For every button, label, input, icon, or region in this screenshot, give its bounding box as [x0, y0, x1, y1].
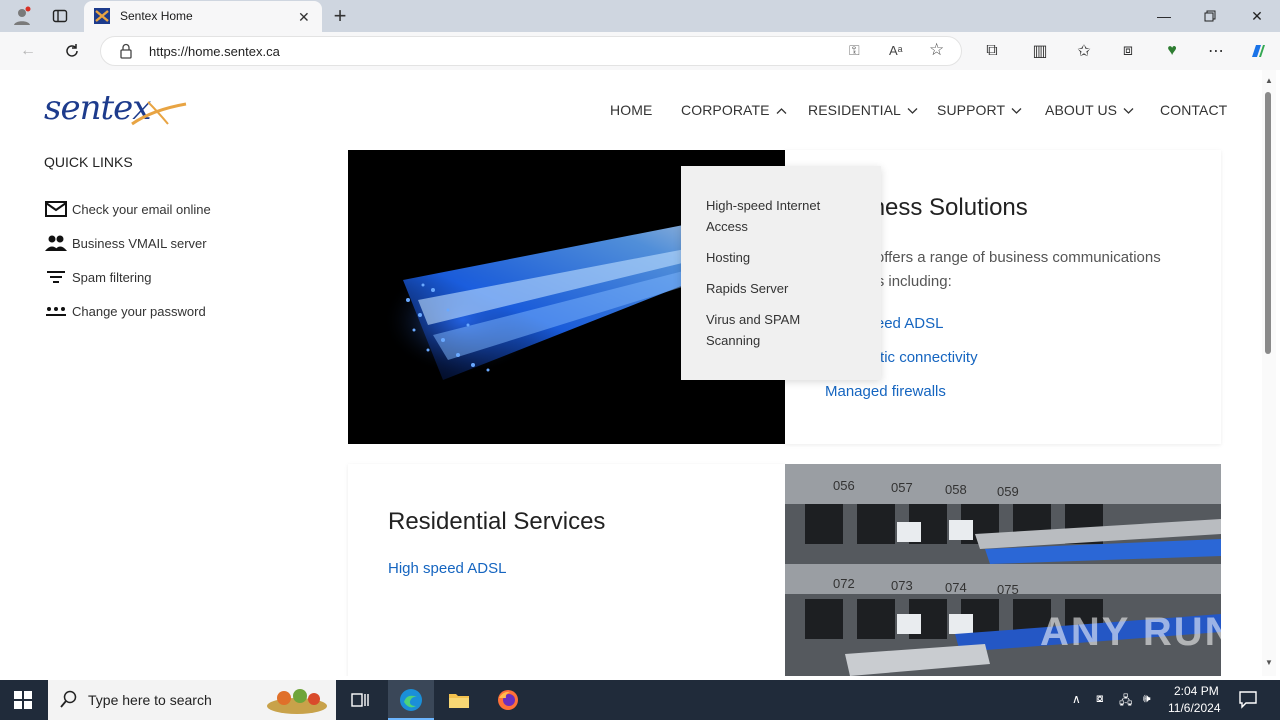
collections-icon[interactable]: ⧈: [1116, 39, 1140, 63]
address-bar[interactable]: https://home.sentex.ca ⚿ Aᵃ ☆: [100, 36, 962, 66]
firefox-icon[interactable]: [497, 689, 519, 716]
back-icon[interactable]: ←: [16, 39, 40, 63]
restore-icon[interactable]: [1198, 4, 1222, 28]
quick-link-label: Check your email online: [72, 201, 211, 217]
quick-link-label: Change your password: [72, 303, 206, 319]
more-menu-icon[interactable]: ⋯: [1204, 39, 1228, 63]
scrollbar-thumb[interactable]: [1265, 92, 1271, 354]
nav-corporate-label: CORPORATE: [681, 102, 770, 118]
filter-icon: [44, 268, 68, 286]
close-tab-icon[interactable]: ✕: [298, 9, 310, 26]
port-label: 072: [833, 576, 855, 591]
network-icon[interactable]: 🖧: [1119, 691, 1132, 712]
menu-item-virus-spam-scanning[interactable]: Virus and SPAM Scanning: [706, 309, 856, 351]
nav-residential-label: RESIDENTIAL: [808, 102, 901, 118]
search-placeholder: Type here to search: [88, 692, 212, 708]
quick-link-vmail[interactable]: Business VMAIL server: [44, 234, 207, 252]
nav-support-label: SUPPORT: [937, 102, 1006, 118]
nav-contact[interactable]: CONTACT: [1160, 102, 1227, 118]
nav-residential[interactable]: RESIDENTIAL: [808, 102, 918, 118]
profile-icon[interactable]: [10, 4, 34, 28]
port-label: 059: [997, 484, 1019, 499]
nav-contact-label: CONTACT: [1160, 102, 1228, 118]
copilot-icon[interactable]: [1246, 39, 1270, 63]
page-viewport: sentex HOME CORPORATE RESIDENTIAL SUPPOR…: [4, 70, 1262, 676]
quick-link-password[interactable]: Change your password: [44, 302, 206, 320]
clock-time[interactable]: 2:04 PM: [1174, 684, 1219, 698]
file-explorer-icon[interactable]: [448, 690, 470, 715]
mail-icon: [44, 200, 68, 218]
port-label: 074: [945, 580, 967, 595]
link-managed-firewalls[interactable]: Managed firewalls: [825, 383, 946, 400]
read-aloud-icon[interactable]: Aᵃ: [889, 43, 903, 58]
lock-icon[interactable]: [119, 43, 133, 64]
watermark: ANY RUN: [1040, 610, 1236, 654]
taskbar-search-box[interactable]: Type here to search: [48, 680, 336, 720]
search-highlight-icon: [264, 684, 330, 716]
scroll-down-icon[interactable]: ▼: [1265, 658, 1273, 667]
favorites-icon[interactable]: ✩: [1072, 39, 1096, 63]
task-view-icon[interactable]: [350, 690, 370, 715]
nav-support[interactable]: SUPPORT: [937, 102, 1022, 118]
chevron-up-icon: [776, 102, 787, 118]
minimize-icon[interactable]: —: [1152, 4, 1176, 28]
refresh-icon[interactable]: [60, 39, 84, 63]
volume-icon[interactable]: 🕪: [1143, 691, 1151, 706]
close-window-icon[interactable]: ✕: [1245, 4, 1269, 28]
notifications-icon[interactable]: [1238, 689, 1258, 712]
key-icon[interactable]: ⚿: [849, 42, 860, 59]
extensions-icon[interactable]: ⧉: [980, 39, 1004, 63]
scroll-up-icon[interactable]: ▲: [1265, 76, 1273, 85]
nav-home-label: HOME: [610, 102, 653, 118]
split-screen-icon[interactable]: ▥: [1028, 39, 1052, 63]
chevron-down-icon: [1123, 102, 1134, 118]
url-text[interactable]: https://home.sentex.ca: [149, 44, 280, 59]
windows-start-icon[interactable]: [14, 691, 32, 714]
chevron-down-icon: [1011, 102, 1022, 118]
corporate-dropdown-menu: High-speed Internet Access Hosting Rapid…: [681, 166, 881, 380]
port-label: 057: [891, 480, 913, 495]
nav-about-us-label: ABOUT US: [1045, 102, 1118, 118]
nav-about-us[interactable]: ABOUT US: [1045, 102, 1134, 118]
favorite-star-icon[interactable]: ☆: [929, 40, 944, 60]
tab-strip: Sentex Home ✕ + — ✕: [0, 0, 1280, 32]
tab-actions-icon[interactable]: [48, 4, 72, 28]
residential-services-title: Residential Services: [388, 508, 606, 535]
chevron-down-icon: [907, 102, 918, 118]
browser-essentials-icon[interactable]: ♥: [1160, 39, 1184, 63]
menu-item-rapids-server[interactable]: Rapids Server: [706, 278, 856, 299]
clock-date[interactable]: 11/6/2024: [1168, 701, 1221, 715]
menu-item-hosting[interactable]: Hosting: [706, 247, 856, 268]
quick-link-email[interactable]: Check your email online: [44, 200, 211, 218]
browser-tab[interactable]: Sentex Home ✕: [84, 1, 322, 32]
port-label: 056: [833, 478, 855, 493]
people-icon: [44, 234, 68, 252]
port-label: 073: [891, 578, 913, 593]
residential-services-card: Residential Services High speed ADSL: [348, 464, 785, 676]
quick-link-spam[interactable]: Spam filtering: [44, 268, 151, 286]
quick-link-label: Business VMAIL server: [72, 235, 207, 251]
link-residential-adsl[interactable]: High speed ADSL: [388, 560, 506, 577]
device-icon[interactable]: ⧇: [1096, 691, 1104, 706]
sentex-logo[interactable]: sentex: [44, 88, 194, 128]
search-icon: [60, 690, 78, 713]
site-favicon-icon: [94, 8, 110, 24]
logo-swoosh-icon: [131, 101, 187, 126]
nav-home[interactable]: HOME: [610, 102, 652, 118]
browser-toolbar: ← https://home.sentex.ca ⚿ Aᵃ ☆ ⧉ ▥ ✩ ⧈ …: [0, 32, 1280, 70]
edge-taskbar-icon[interactable]: [388, 680, 434, 720]
quick-links-title: QUICK LINKS: [44, 154, 133, 170]
password-icon: [44, 302, 68, 320]
quick-link-label: Spam filtering: [72, 269, 152, 285]
show-hidden-icons-icon[interactable]: ∧: [1072, 692, 1081, 706]
nav-corporate[interactable]: CORPORATE: [681, 102, 787, 118]
page-scrollbar[interactable]: ▲ ▼: [1262, 70, 1276, 676]
menu-item-high-speed-internet[interactable]: High-speed Internet Access: [706, 195, 856, 237]
new-tab-icon[interactable]: +: [328, 3, 352, 28]
tab-title: Sentex Home: [120, 9, 193, 23]
port-label: 058: [945, 482, 967, 497]
port-label: 075: [997, 582, 1019, 597]
windows-taskbar: Type here to search ∧ ⧇ 🖧 🕪 2:04 PM 11/6…: [0, 680, 1280, 720]
